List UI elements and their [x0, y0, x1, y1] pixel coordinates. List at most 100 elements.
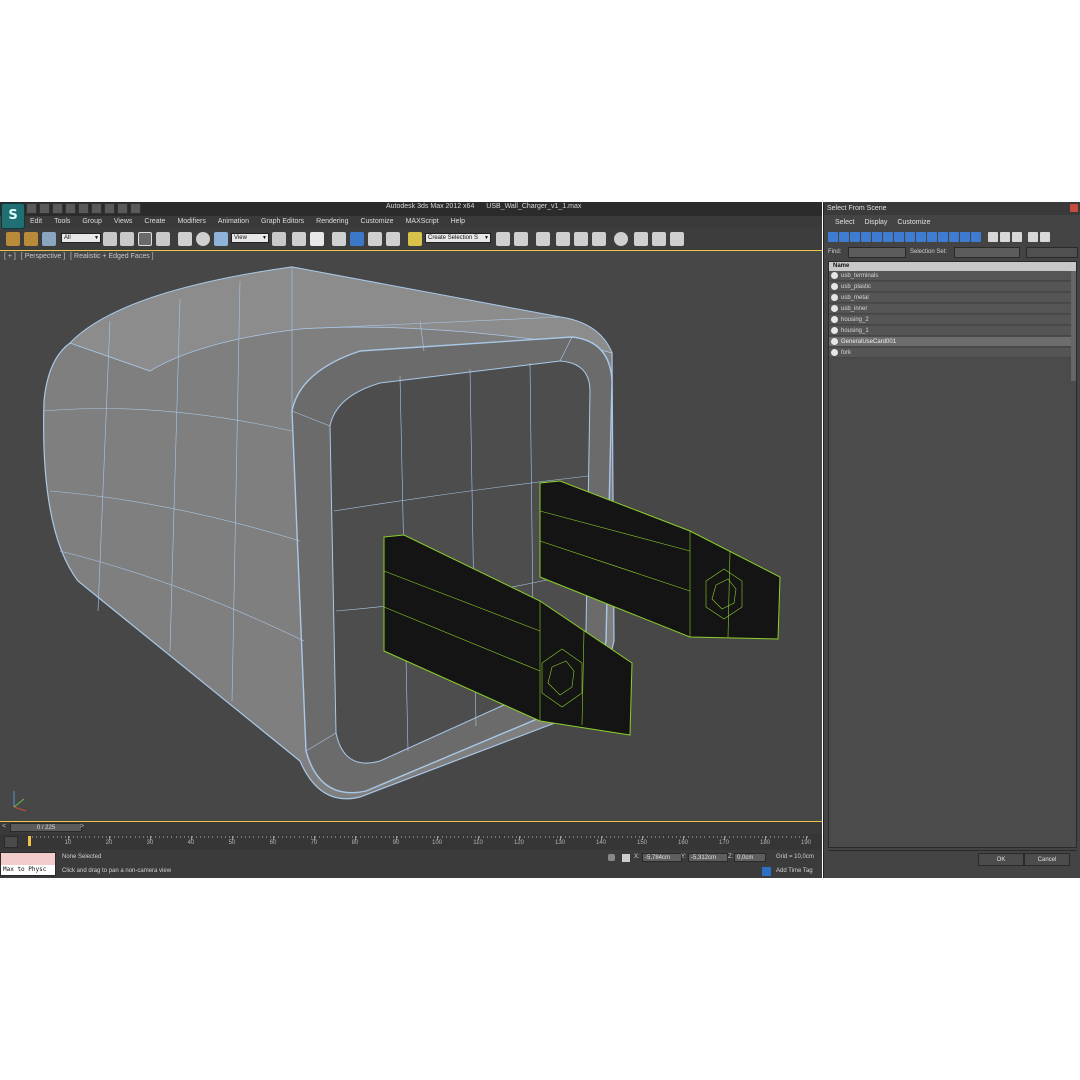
list-item[interactable]: housing_2 [829, 315, 1076, 325]
y-coordinate-field[interactable]: -5,312cm [688, 853, 728, 862]
render-production-icon[interactable] [670, 232, 684, 246]
scene-object-list[interactable]: Name usb_terminals usb_plastic usb_metal… [828, 261, 1077, 848]
menu-graph-editors[interactable]: Graph Editors [255, 216, 310, 228]
close-icon[interactable] [1070, 204, 1078, 212]
listener-output[interactable]: Max to Physc [1, 865, 55, 875]
selection-lock-icon[interactable] [608, 854, 615, 861]
display-geometry-icon[interactable] [828, 232, 838, 242]
list-item[interactable]: housing_1 [829, 326, 1076, 336]
list-item[interactable]: usb_plastic [829, 282, 1076, 292]
keyboard-shortcut-override-icon[interactable] [310, 232, 324, 246]
bind-space-warp-icon[interactable] [42, 232, 56, 246]
select-invert-icon[interactable] [1012, 232, 1022, 242]
display-shapes-icon[interactable] [839, 232, 849, 242]
select-object-icon[interactable] [103, 232, 117, 246]
select-none-icon[interactable] [1000, 232, 1010, 242]
undo-icon[interactable] [65, 203, 76, 214]
perspective-viewport[interactable]: [ + ] [ Perspective ] [ Realistic + Edge… [0, 250, 822, 822]
project-folder-icon[interactable] [117, 203, 128, 214]
select-all-icon[interactable] [988, 232, 998, 242]
time-tag-icon[interactable] [762, 867, 771, 876]
curve-editor-icon[interactable] [574, 232, 588, 246]
dialog-menu-customize[interactable]: Customize [892, 218, 935, 228]
absolute-mode-icon[interactable] [622, 854, 630, 862]
display-containers-icon[interactable] [927, 232, 937, 242]
display-bones-icon[interactable] [916, 232, 926, 242]
menu-edit[interactable]: Edit [24, 216, 48, 228]
redo-dropdown-icon[interactable] [104, 203, 115, 214]
display-helpers-icon[interactable] [872, 232, 882, 242]
list-scrollbar[interactable] [1071, 271, 1076, 381]
selection-set-dropdown[interactable] [954, 247, 1020, 258]
menu-group[interactable]: Group [76, 216, 107, 228]
menu-customize[interactable]: Customize [354, 216, 399, 228]
menu-tools[interactable]: Tools [48, 216, 76, 228]
render-setup-icon[interactable] [634, 232, 648, 246]
list-item[interactable]: usb_metal [829, 293, 1076, 303]
spinner-snap-icon[interactable] [386, 232, 400, 246]
rectangular-selection-icon[interactable] [138, 232, 152, 246]
edit-named-selection-icon[interactable] [408, 232, 422, 246]
select-and-manipulate-icon[interactable] [292, 232, 306, 246]
mini-curve-editor-icon[interactable] [4, 836, 18, 848]
display-hidden-icon[interactable] [949, 232, 959, 242]
undo-dropdown-icon[interactable] [78, 203, 89, 214]
menu-help[interactable]: Help [445, 216, 471, 228]
time-slider[interactable]: < 0 / 225 > [0, 822, 822, 834]
select-and-rotate-icon[interactable] [196, 232, 210, 246]
new-file-icon[interactable] [26, 203, 37, 214]
dialog-menu-display[interactable]: Display [859, 218, 892, 228]
menu-rendering[interactable]: Rendering [310, 216, 354, 228]
selection-set-button[interactable] [1026, 247, 1078, 258]
x-coordinate-field[interactable]: -5,784cm [642, 853, 682, 862]
unlink-selection-icon[interactable] [24, 232, 38, 246]
selection-filter-dropdown[interactable]: All ▼ [61, 233, 101, 243]
ok-button[interactable]: OK [978, 853, 1024, 866]
z-coordinate-field[interactable]: 0,0cm [734, 853, 766, 862]
maxscript-mini-listener[interactable]: Max to Physc [0, 852, 56, 876]
display-frozen-icon[interactable] [938, 232, 948, 242]
display-groups-icon[interactable] [894, 232, 904, 242]
application-button[interactable]: S [1, 203, 25, 229]
cancel-button[interactable]: Cancel [1024, 853, 1070, 866]
menu-animation[interactable]: Animation [212, 216, 255, 228]
display-all-icon[interactable] [960, 232, 970, 242]
viewport-shading-menu[interactable]: [ Realistic + Edged Faces ] [70, 253, 153, 260]
display-cameras-icon[interactable] [861, 232, 871, 242]
display-lights-icon[interactable] [850, 232, 860, 242]
viewport-label[interactable]: [ + ] [ Perspective ] [ Realistic + Edge… [4, 253, 157, 260]
time-next-icon[interactable]: > [80, 823, 88, 832]
snaps-toggle-icon[interactable] [332, 232, 346, 246]
open-file-icon[interactable] [39, 203, 50, 214]
display-xrefs-icon[interactable] [905, 232, 915, 242]
percent-snap-icon[interactable] [368, 232, 382, 246]
redo-icon[interactable] [91, 203, 102, 214]
select-by-name-icon[interactable] [120, 232, 134, 246]
time-prev-icon[interactable]: < [2, 823, 10, 832]
layer-manager-icon[interactable] [536, 232, 550, 246]
window-crossing-icon[interactable] [156, 232, 170, 246]
track-bar[interactable]: 10 20 30 40 50 60 70 80 90 100 110 120 130 140 150 160 1… [0, 834, 822, 850]
display-space-warps-icon[interactable] [883, 232, 893, 242]
rendered-frame-window-icon[interactable] [652, 232, 666, 246]
angle-snap-icon[interactable] [350, 232, 364, 246]
material-editor-icon[interactable] [614, 232, 628, 246]
name-column-header[interactable]: Name [829, 262, 1076, 271]
graphite-toolbar-icon[interactable] [556, 232, 570, 246]
reference-coordinate-dropdown[interactable]: View ▼ [231, 233, 269, 243]
menu-maxscript[interactable]: MAXScript [400, 216, 445, 228]
select-and-link-icon[interactable] [6, 232, 20, 246]
display-none-icon[interactable] [971, 232, 981, 242]
sort-filter-icon[interactable] [1040, 232, 1050, 242]
find-input[interactable] [848, 247, 906, 258]
list-item[interactable]: fork [829, 348, 1076, 358]
schematic-view-icon[interactable] [592, 232, 606, 246]
menu-views[interactable]: Views [108, 216, 139, 228]
viewport-point-of-view-menu[interactable]: [ Perspective ] [21, 253, 65, 260]
list-item[interactable]: GeneralUseCard001 [829, 337, 1076, 347]
filter-icon[interactable] [1028, 232, 1038, 242]
dialog-menu-select[interactable]: Select [830, 218, 859, 228]
mirror-icon[interactable] [496, 232, 510, 246]
align-icon[interactable] [514, 232, 528, 246]
menu-create[interactable]: Create [138, 216, 171, 228]
